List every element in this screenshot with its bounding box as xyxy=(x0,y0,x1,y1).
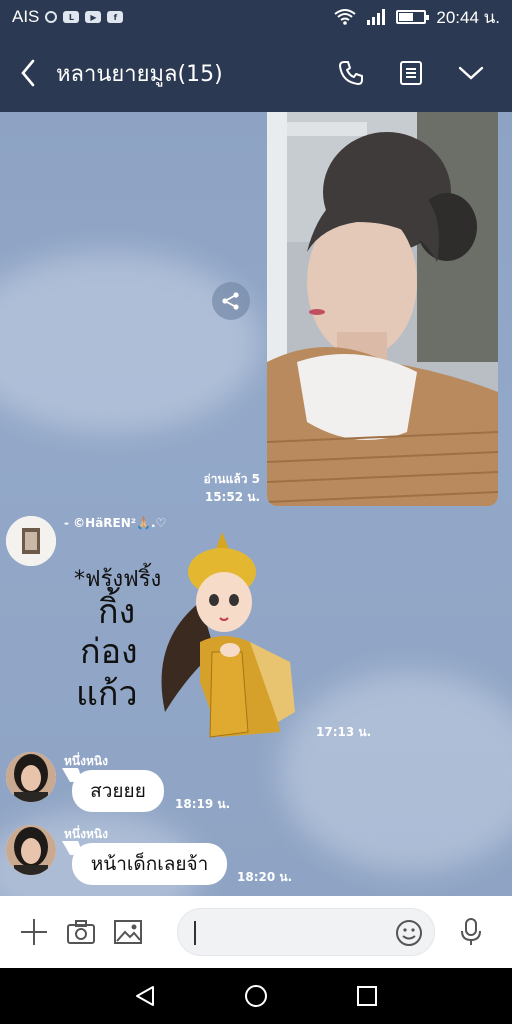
clock: 20:44 น. xyxy=(436,7,500,27)
mic-icon xyxy=(460,918,481,945)
message-bubble[interactable]: หน้าเด็กเลยจ้า xyxy=(72,843,227,885)
status-bar: AIS L ▶ f 20:44 น. xyxy=(0,0,512,34)
avatar[interactable] xyxy=(6,752,56,802)
call-button[interactable] xyxy=(332,54,370,92)
chat-header: หลานยายมูล(15) xyxy=(0,34,512,112)
notes-button[interactable] xyxy=(392,54,430,92)
voice-button[interactable] xyxy=(451,911,490,953)
wifi-icon xyxy=(334,9,357,25)
avatar-image xyxy=(6,752,56,802)
photo-meta: อ่านแล้ว 5 15:52 น. xyxy=(180,470,260,506)
camera-icon xyxy=(66,920,95,944)
message-bubble[interactable]: สวยยย xyxy=(72,770,164,812)
chat-title: หลานยายมูล(15) xyxy=(56,61,223,87)
add-button[interactable] xyxy=(14,911,53,953)
share-button[interactable] xyxy=(212,282,250,320)
avatar[interactable] xyxy=(6,516,56,566)
message-input[interactable] xyxy=(177,908,435,956)
nav-back-button[interactable] xyxy=(125,976,165,1016)
message-time: 18:20 น. xyxy=(237,870,293,884)
photo-time: 15:52 น. xyxy=(204,490,260,504)
portrait-photo xyxy=(267,112,498,506)
image-icon xyxy=(113,920,142,944)
carrier-label: AIS xyxy=(12,7,40,26)
nav-home-button[interactable] xyxy=(236,976,276,1016)
system-nav-bar xyxy=(0,968,512,1024)
status-right: 20:44 น. xyxy=(334,4,500,31)
message-text-field[interactable] xyxy=(194,921,384,943)
sticker-text-line: แก้ว xyxy=(76,674,138,714)
sticker-message[interactable]: *ฟรุ้งฟริ้ง กิ้ง ก่อง แก้ว xyxy=(70,532,310,747)
menu-dropdown-button[interactable] xyxy=(452,54,490,92)
back-button[interactable] xyxy=(0,34,56,112)
sender-name: - ©HäREN²🙏🏼.♡ xyxy=(64,516,167,530)
nav-recents-button[interactable] xyxy=(347,976,387,1016)
nav-recents-icon xyxy=(356,986,377,1006)
input-bar xyxy=(0,896,512,968)
plus-icon xyxy=(20,919,47,945)
sticker-text-line: กิ้ง xyxy=(98,592,136,632)
status-left: AIS L ▶ f xyxy=(12,7,124,27)
sticker-character xyxy=(161,532,295,738)
cloud-decoration xyxy=(280,672,512,872)
avatar[interactable] xyxy=(6,825,56,875)
battery-icon xyxy=(396,10,430,24)
signal-icon xyxy=(367,9,386,25)
phone-icon xyxy=(339,61,363,85)
sync-icon xyxy=(45,11,58,23)
youtube-icon: ▶ xyxy=(85,11,102,23)
line-icon: L xyxy=(63,11,80,23)
back-arrow-icon xyxy=(21,59,35,87)
facebook-icon: f xyxy=(107,11,124,23)
avatar-image xyxy=(6,516,56,566)
cloud-decoration xyxy=(0,252,260,432)
photo-message[interactable] xyxy=(267,112,498,506)
gallery-button[interactable] xyxy=(108,911,147,953)
sticker-text-line: ก่อง xyxy=(80,632,138,672)
avatar-image xyxy=(6,825,56,875)
read-receipt: อ่านแล้ว 5 xyxy=(203,472,260,486)
share-icon xyxy=(222,292,239,310)
message-time: 18:19 น. xyxy=(175,797,231,811)
notes-icon xyxy=(400,61,422,85)
nav-home-icon xyxy=(244,985,267,1007)
chevron-down-icon xyxy=(458,66,484,80)
chat-area[interactable]: อ่านแล้ว 5 15:52 น. - ©HäREN²🙏🏼.♡ *ฟรุ้ง… xyxy=(0,112,512,896)
emoji-icon[interactable] xyxy=(394,918,424,948)
text-caret xyxy=(194,921,196,945)
nav-back-icon xyxy=(136,986,155,1006)
sticker-time: 17:13 น. xyxy=(316,725,372,739)
camera-button[interactable] xyxy=(61,911,100,953)
